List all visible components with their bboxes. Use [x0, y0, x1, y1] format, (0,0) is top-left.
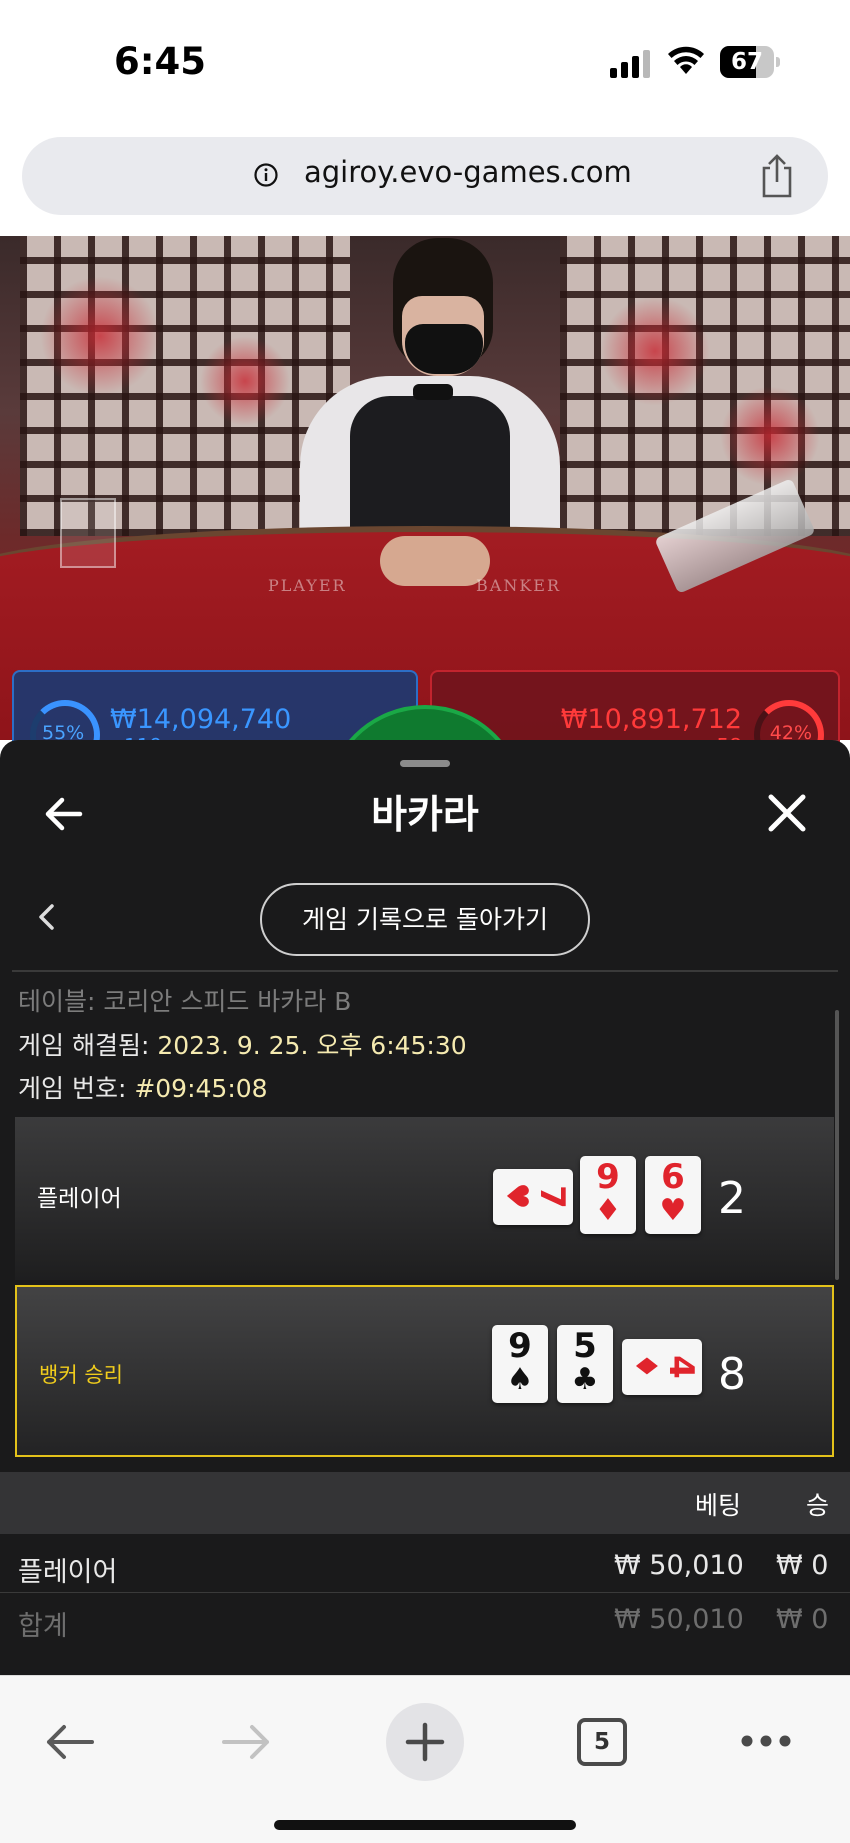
table-row: 합계 ₩ 50,010 ₩ 0 [0, 1596, 850, 1648]
tab-count-button[interactable]: 5 [577, 1718, 627, 1766]
player-hand-row: 플레이어 7 ♥ 9 ♦ 6 ♥ 2 [15, 1117, 834, 1280]
browser-toolbar: 5 [0, 1675, 850, 1843]
status-time: 6:45 [114, 40, 207, 83]
browser-forward-icon[interactable] [220, 1722, 272, 1762]
win-column-header: 승 [806, 1491, 830, 1520]
table-row: 플레이어 ₩ 50,010 ₩ 0 [0, 1542, 850, 1594]
live-dealer-video[interactable]: PLAYER BANKER [0, 236, 850, 740]
game-number-value: #09:45:08 [134, 1074, 268, 1103]
row-bet: ₩ 50,010 [614, 1604, 744, 1635]
divider [12, 970, 838, 972]
discard-box [60, 498, 116, 568]
resolved-value: 2023. 9. 25. 오후 6:45:30 [157, 1031, 467, 1060]
resolved-label: 게임 해결됨: [18, 1031, 150, 1060]
battery-icon: 67 [720, 46, 780, 78]
game-number-label: 게임 번호: [18, 1074, 127, 1103]
lattice-screen-right [560, 236, 850, 536]
banker-hand-score: 8 [718, 1349, 746, 1400]
bet-column-header: 베팅 [695, 1491, 742, 1520]
browser-back-icon[interactable] [44, 1722, 96, 1762]
battery-percent: 67 [730, 49, 763, 75]
game-number-info: 게임 번호: #09:45:08 [18, 1069, 268, 1105]
player-hand-score: 2 [718, 1173, 746, 1224]
resolved-info: 게임 해결됨: 2023. 9. 25. 오후 6:45:30 [18, 1026, 467, 1062]
banker-card-2: 5 ♣ [557, 1325, 613, 1403]
player-card-3: 6 ♥ [645, 1156, 701, 1234]
table-info-label: 테이블: [18, 987, 96, 1016]
status-bar: 6:45 67 [0, 0, 850, 125]
row-name: 플레이어 [18, 1557, 118, 1588]
felt-banker-label: BANKER [476, 576, 561, 595]
banker-win-label: 뱅커 승리 [39, 1363, 123, 1387]
close-icon[interactable] [762, 788, 812, 838]
player-card-1: 7 ♥ [493, 1169, 573, 1225]
home-indicator [274, 1820, 576, 1830]
felt-player-label: PLAYER [268, 576, 347, 595]
plus-icon [405, 1722, 445, 1762]
sheet-title: 바카라 [371, 793, 479, 838]
banker-total-amount: ₩10,891,712 [560, 704, 742, 735]
more-icon[interactable] [740, 1734, 792, 1748]
table-info: 테이블: 코리안 스피드 바카라 B [18, 982, 351, 1018]
row-name: 합계 [18, 1611, 68, 1642]
row-bet: ₩ 50,010 [614, 1550, 744, 1581]
address-bar[interactable]: agiroy.evo-games.com [22, 137, 828, 215]
share-icon[interactable] [758, 154, 796, 198]
scrollbar[interactable] [835, 1010, 839, 1280]
row-win: ₩ 0 [776, 1550, 829, 1581]
info-icon[interactable] [254, 163, 278, 187]
cellular-signal-icon [610, 50, 650, 78]
sheet-grabber[interactable] [400, 760, 450, 767]
back-to-history-button[interactable]: 게임 기록으로 돌아가기 [260, 883, 590, 956]
row-win: ₩ 0 [776, 1604, 829, 1635]
player-total-amount: ₩14,094,740 [110, 704, 292, 735]
banker-card-3: 4 ♦ [622, 1339, 702, 1395]
chevron-left-icon[interactable] [34, 902, 58, 932]
bets-table-header: 베팅 승 [0, 1472, 850, 1534]
table-info-value: 코리안 스피드 바카라 B [103, 987, 352, 1016]
player-hand-label: 플레이어 [37, 1186, 122, 1212]
game-history-sheet: 바카라 게임 기록으로 돌아가기 테이블: 코리안 스피드 바카라 B 게임 해… [0, 740, 850, 1675]
url-text[interactable]: agiroy.evo-games.com [304, 155, 632, 189]
player-card-2: 9 ♦ [580, 1156, 636, 1234]
banker-hand-row: 뱅커 승리 9 ♠ 5 ♣ 4 ♦ 8 [15, 1285, 834, 1457]
banker-card-1: 9 ♠ [492, 1325, 548, 1403]
wifi-icon [668, 46, 704, 74]
new-tab-button[interactable] [386, 1703, 464, 1781]
